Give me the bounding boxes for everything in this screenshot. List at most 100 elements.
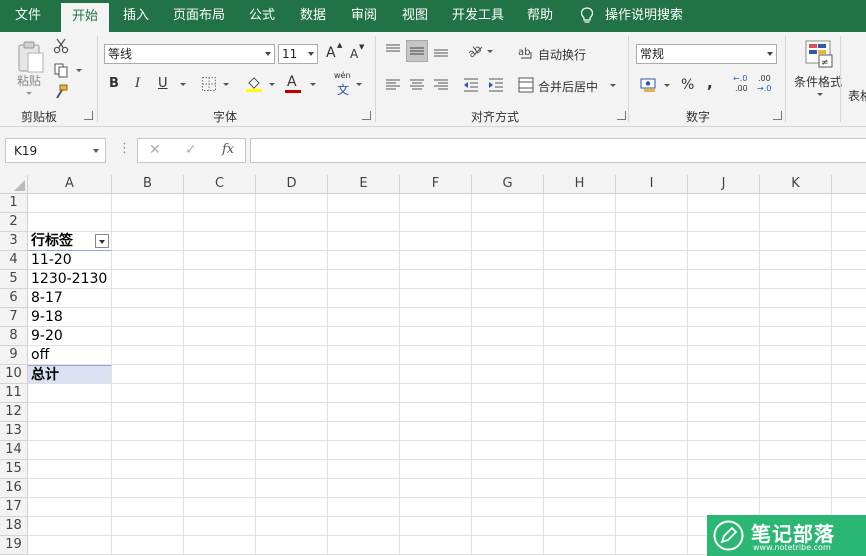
cell-b3[interactable]	[112, 232, 184, 251]
number-launcher-icon[interactable]	[773, 111, 782, 120]
cell-h13[interactable]	[544, 422, 616, 441]
tab-data[interactable]: 数据	[292, 0, 334, 32]
cell-a12[interactable]	[28, 403, 112, 422]
cell-f18[interactable]	[400, 517, 472, 536]
orientation-icon[interactable]: ab	[466, 42, 484, 58]
cell-f13[interactable]	[400, 422, 472, 441]
cell-h6[interactable]	[544, 289, 616, 308]
formula-input[interactable]	[250, 138, 866, 163]
enter-button[interactable]: ✓	[185, 142, 197, 158]
cell-j5[interactable]	[688, 270, 760, 289]
cell-a16[interactable]	[28, 479, 112, 498]
fill-color-dropdown-icon[interactable]	[269, 83, 275, 86]
cell-i19[interactable]	[616, 536, 688, 555]
number-format-combo[interactable]: 常规	[636, 44, 777, 64]
pivot-cell-a4[interactable]: 11-20	[28, 251, 112, 270]
row-header-18[interactable]: 18	[0, 517, 28, 536]
row-header-3[interactable]: 3	[0, 232, 28, 251]
merge-center-icon[interactable]	[518, 77, 534, 93]
paste-dropdown-icon[interactable]	[26, 92, 32, 95]
cell-k12[interactable]	[760, 403, 832, 422]
cell-overflow[interactable]	[832, 232, 866, 251]
cell-g18[interactable]	[472, 517, 544, 536]
cell-h10[interactable]	[544, 365, 616, 384]
cell-f8[interactable]	[400, 327, 472, 346]
cell-k10[interactable]	[760, 365, 832, 384]
cell-g7[interactable]	[472, 308, 544, 327]
cell-a2[interactable]	[28, 213, 112, 232]
tab-formulas[interactable]: 公式	[241, 0, 283, 32]
cell-g17[interactable]	[472, 498, 544, 517]
cell-i5[interactable]	[616, 270, 688, 289]
cell-overflow[interactable]	[832, 194, 866, 213]
underline-dropdown-icon[interactable]	[180, 83, 186, 86]
tab-help[interactable]: 帮助	[519, 0, 561, 32]
cell-d19[interactable]	[256, 536, 328, 555]
cell-e5[interactable]	[328, 270, 400, 289]
conditional-formatting-icon[interactable]: ≠	[805, 40, 833, 68]
increase-decimal-button[interactable]: .00	[735, 84, 748, 93]
cell-e11[interactable]	[328, 384, 400, 403]
cell-b14[interactable]	[112, 441, 184, 460]
cell-g13[interactable]	[472, 422, 544, 441]
cell-c13[interactable]	[184, 422, 256, 441]
cell-f6[interactable]	[400, 289, 472, 308]
row-header-6[interactable]: 6	[0, 289, 28, 308]
wrap-text-button[interactable]: 自动换行	[538, 46, 586, 63]
alignment-launcher-icon[interactable]	[617, 111, 626, 120]
cell-c4[interactable]	[184, 251, 256, 270]
cell-f10[interactable]	[400, 365, 472, 384]
row-label-filter-button[interactable]	[95, 234, 109, 248]
column-header-overflow[interactable]	[832, 175, 866, 194]
cell-f19[interactable]	[400, 536, 472, 555]
cell-b2[interactable]	[112, 213, 184, 232]
row-header-8[interactable]: 8	[0, 327, 28, 346]
row-header-15[interactable]: 15	[0, 460, 28, 479]
pivot-cell-a8[interactable]: 9-20	[28, 327, 112, 346]
cell-d18[interactable]	[256, 517, 328, 536]
cell-e16[interactable]	[328, 479, 400, 498]
cell-b19[interactable]	[112, 536, 184, 555]
font-size-combo[interactable]: 11	[278, 44, 318, 64]
cell-d3[interactable]	[256, 232, 328, 251]
cell-e6[interactable]	[328, 289, 400, 308]
cell-i17[interactable]	[616, 498, 688, 517]
cell-g14[interactable]	[472, 441, 544, 460]
cell-h18[interactable]	[544, 517, 616, 536]
cell-j16[interactable]	[688, 479, 760, 498]
cell-h2[interactable]	[544, 213, 616, 232]
cell-j7[interactable]	[688, 308, 760, 327]
cell-g8[interactable]	[472, 327, 544, 346]
cell-c7[interactable]	[184, 308, 256, 327]
merge-dropdown-icon[interactable]	[610, 84, 616, 87]
row-header-14[interactable]: 14	[0, 441, 28, 460]
row-header-10[interactable]: 10	[0, 365, 28, 384]
pivot-cell-a10[interactable]: 总计	[28, 365, 112, 384]
cell-e4[interactable]	[328, 251, 400, 270]
cell-d10[interactable]	[256, 365, 328, 384]
cell-b15[interactable]	[112, 460, 184, 479]
copy-dropdown-icon[interactable]	[76, 69, 82, 72]
cell-c15[interactable]	[184, 460, 256, 479]
comma-style-button[interactable]: ,	[707, 74, 713, 92]
font-launcher-icon[interactable]	[362, 111, 371, 120]
select-all-button[interactable]	[0, 175, 28, 194]
cell-overflow[interactable]	[832, 346, 866, 365]
cell-c17[interactable]	[184, 498, 256, 517]
cell-b9[interactable]	[112, 346, 184, 365]
cell-h4[interactable]	[544, 251, 616, 270]
cell-d11[interactable]	[256, 384, 328, 403]
cell-overflow[interactable]	[832, 289, 866, 308]
cell-d6[interactable]	[256, 289, 328, 308]
cell-k11[interactable]	[760, 384, 832, 403]
cell-j13[interactable]	[688, 422, 760, 441]
cell-b6[interactable]	[112, 289, 184, 308]
cell-g19[interactable]	[472, 536, 544, 555]
cell-j15[interactable]	[688, 460, 760, 479]
cell-overflow[interactable]	[832, 213, 866, 232]
cell-g16[interactable]	[472, 479, 544, 498]
cell-g15[interactable]	[472, 460, 544, 479]
cell-k1[interactable]	[760, 194, 832, 213]
cell-d16[interactable]	[256, 479, 328, 498]
cell-e8[interactable]	[328, 327, 400, 346]
